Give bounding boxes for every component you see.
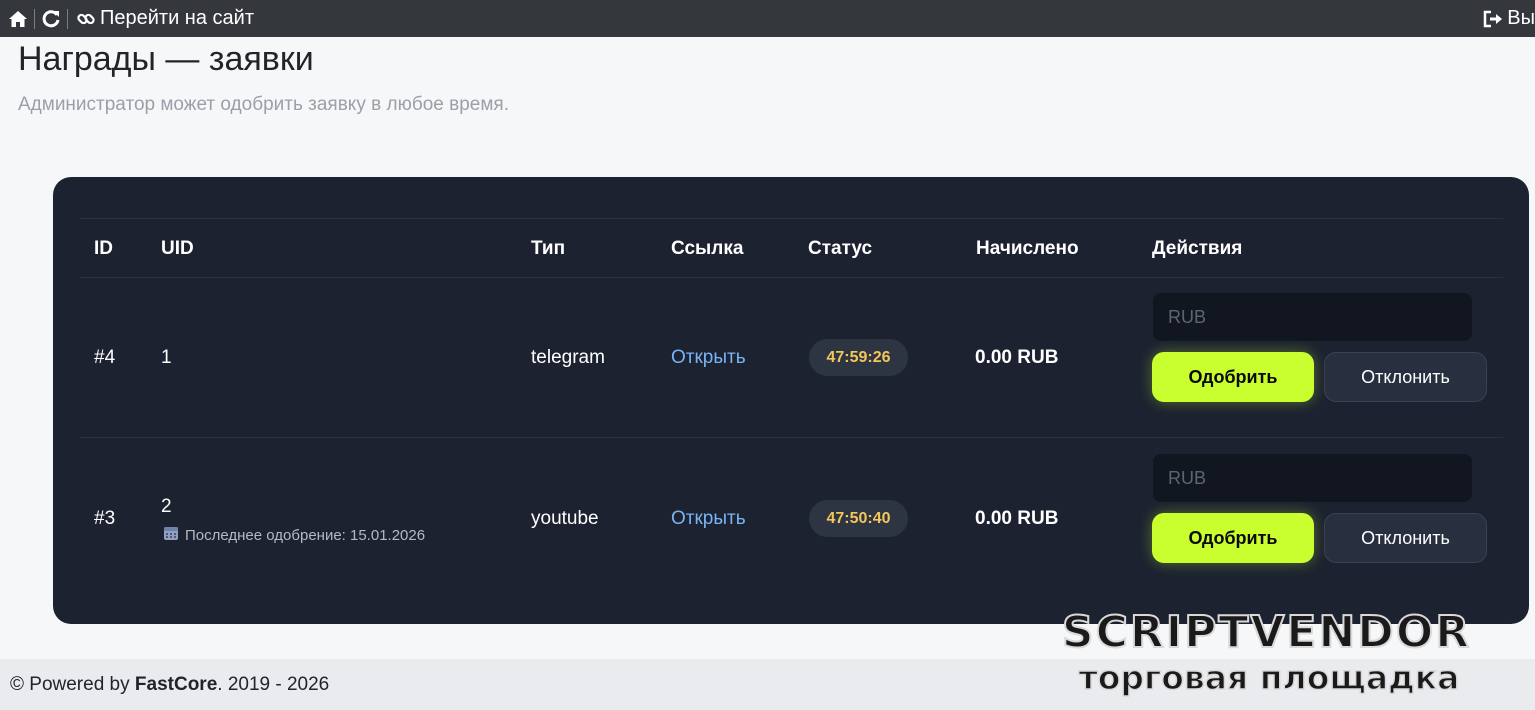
home-icon[interactable] — [8, 10, 28, 28]
header-link: Ссылка — [671, 238, 744, 259]
requests-card: ID UID Тип Ссылка Статус Начислено Дейст… — [53, 177, 1529, 624]
header-actions: Действия — [1152, 238, 1243, 259]
header-uid: UID — [161, 238, 194, 259]
reject-button[interactable]: Отклонить — [1324, 513, 1487, 563]
watermark-title: SCRIPTVENDOR — [1061, 607, 1472, 658]
credited-amount: 0.00 RUB — [975, 347, 1059, 368]
divider — [34, 8, 35, 29]
watermark: SCRIPTVENDOR торговая площадка — [1014, 607, 1519, 700]
status-timer: 47:59:26 — [809, 339, 908, 376]
header-status: Статус — [808, 238, 873, 259]
watermark-subtitle: торговая площадка — [1078, 657, 1460, 698]
row-type: telegram — [531, 347, 605, 368]
credited-amount: 0.00 RUB — [975, 508, 1059, 529]
top-bar: Перейти на сайт Вы — [0, 0, 1535, 37]
last-approval-text: Последнее одобрение: 15.01.2026 — [185, 526, 426, 544]
row-id: #4 — [94, 347, 116, 368]
reject-button[interactable]: Отклонить — [1324, 352, 1487, 402]
goto-site-link[interactable]: Перейти на сайт — [76, 7, 254, 30]
logout-link[interactable]: Вы — [1483, 0, 1535, 37]
status-timer: 47:50:40 — [809, 500, 908, 537]
footer-prefix: © Powered by — [10, 673, 135, 695]
header-id: ID — [94, 238, 113, 259]
footer-suffix: . 2019 - 2026 — [217, 673, 330, 695]
approve-button[interactable]: Одобрить — [1152, 352, 1314, 402]
page-title: Награды — заявки — [18, 40, 314, 78]
last-approval: Последнее одобрение: 15.01.2026 — [163, 525, 425, 545]
divider — [67, 8, 68, 29]
footer-text: © Powered by FastCore. 2019 - 2026 — [10, 674, 329, 696]
row-id: #3 — [94, 508, 116, 529]
link-icon — [76, 9, 96, 29]
logout-label: Вы — [1507, 7, 1535, 29]
row-uid: 1 — [161, 347, 172, 368]
open-link[interactable]: Открыть — [671, 347, 746, 369]
logout-icon — [1483, 10, 1503, 28]
row-uid: 2 — [161, 496, 172, 517]
calendar-icon — [163, 525, 179, 545]
table-header: ID UID Тип Ссылка Статус Начислено Дейст… — [80, 218, 1503, 278]
footer-brand: FastCore — [134, 673, 218, 695]
header-type: Тип — [531, 238, 566, 259]
table-row: #3 2 Последнее одобрение: 15.01.2026 you… — [80, 438, 1503, 598]
row-type: youtube — [531, 508, 599, 529]
approve-button[interactable]: Одобрить — [1152, 513, 1314, 563]
table-row: #4 1 telegram Открыть 47:59:26 0.00 RUB … — [80, 277, 1503, 438]
header-credited: Начислено — [976, 238, 1079, 259]
page-subtitle: Администратор может одобрить заявку в лю… — [18, 94, 509, 115]
open-link[interactable]: Открыть — [671, 508, 746, 530]
goto-site-label: Перейти на сайт — [100, 7, 254, 29]
amount-input[interactable] — [1153, 454, 1472, 502]
amount-input[interactable] — [1153, 293, 1472, 341]
refresh-icon[interactable] — [41, 9, 61, 29]
